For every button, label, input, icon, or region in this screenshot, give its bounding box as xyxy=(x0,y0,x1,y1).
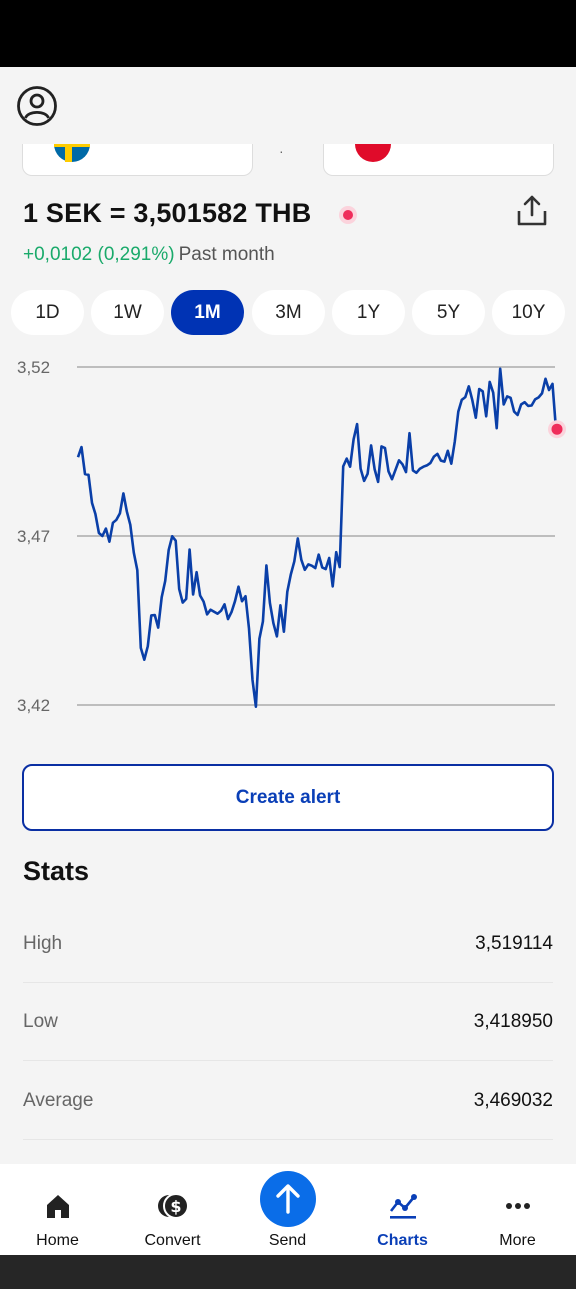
stat-label: High xyxy=(23,932,63,954)
home-icon xyxy=(42,1190,74,1222)
svg-text:$: $ xyxy=(170,1197,181,1216)
user-profile-icon xyxy=(17,86,57,126)
range-5y[interactable]: 5Y xyxy=(412,290,485,335)
create-alert-button[interactable]: Create alert xyxy=(22,764,554,831)
range-1y[interactable]: 1Y xyxy=(332,290,405,335)
convert-icon: $ xyxy=(157,1190,189,1222)
to-currency-card[interactable] xyxy=(323,144,554,176)
current-point-marker xyxy=(551,423,563,435)
status-bar xyxy=(0,0,576,67)
nav-charts[interactable]: Charts xyxy=(345,1164,460,1255)
sweden-flag-icon xyxy=(54,144,90,162)
stats-title: Stats xyxy=(23,856,90,886)
nav-label: More xyxy=(499,1232,536,1249)
range-1m[interactable]: 1M xyxy=(171,290,244,335)
share-icon xyxy=(517,195,547,226)
send-arrow-icon xyxy=(276,1184,300,1214)
stat-label: Average xyxy=(23,1089,94,1111)
range-1d[interactable]: 1D xyxy=(11,290,84,335)
stat-value: 3,519114 xyxy=(475,932,553,954)
live-indicator xyxy=(339,206,357,224)
profile-button[interactable] xyxy=(15,84,59,128)
nav-label: Convert xyxy=(144,1232,201,1249)
share-button[interactable] xyxy=(514,193,550,229)
change-value: +0,0102 (0,291%) xyxy=(23,244,175,265)
rate-line-chart: 3,52 3,47 3,42 xyxy=(17,358,566,715)
stat-row-high: High 3,519114 xyxy=(23,905,553,983)
stat-row-low: Low 3,418950 xyxy=(23,983,553,1061)
charts-screen: · 1 SEK = 3,501582 THB +0,0102 (0,291%) P… xyxy=(0,67,576,1255)
system-gesture-bar xyxy=(0,1255,576,1289)
nav-label: Charts xyxy=(377,1232,428,1249)
range-1w[interactable]: 1W xyxy=(91,290,164,335)
more-icon xyxy=(502,1190,534,1222)
nav-label: Home xyxy=(36,1232,79,1249)
nav-label: Send xyxy=(268,1232,307,1249)
from-currency-card[interactable] xyxy=(22,144,253,176)
time-range-selector: 1D 1W 1M 3M 1Y 5Y 10Y xyxy=(11,290,576,335)
stat-value: 3,469032 xyxy=(473,1089,553,1111)
exchange-rate-title: 1 SEK = 3,501582 THB xyxy=(23,198,312,228)
stat-value: 3,418950 xyxy=(473,1010,553,1032)
y-tick-label: 3,47 xyxy=(17,527,50,546)
thailand-flag-icon xyxy=(355,144,391,162)
y-tick-label: 3,52 xyxy=(17,358,50,377)
rate-series-line xyxy=(76,367,558,709)
send-button[interactable] xyxy=(260,1171,316,1227)
rate-change: +0,0102 (0,291%) Past month xyxy=(23,244,275,266)
nav-more[interactable]: More xyxy=(460,1164,575,1255)
bottom-navigation: Home $ Convert Send Charts More xyxy=(0,1164,576,1255)
nav-convert[interactable]: $ Convert xyxy=(115,1164,230,1255)
swap-icon[interactable]: · xyxy=(279,143,284,159)
charts-icon xyxy=(387,1190,419,1222)
range-10y[interactable]: 10Y xyxy=(492,290,565,335)
y-tick-label: 3,42 xyxy=(17,696,50,715)
range-3m[interactable]: 3M xyxy=(252,290,325,335)
stat-label: Low xyxy=(23,1010,58,1032)
nav-home[interactable]: Home xyxy=(0,1164,115,1255)
change-period: Past month xyxy=(178,244,275,265)
stat-row-average: Average 3,469032 xyxy=(23,1062,553,1140)
